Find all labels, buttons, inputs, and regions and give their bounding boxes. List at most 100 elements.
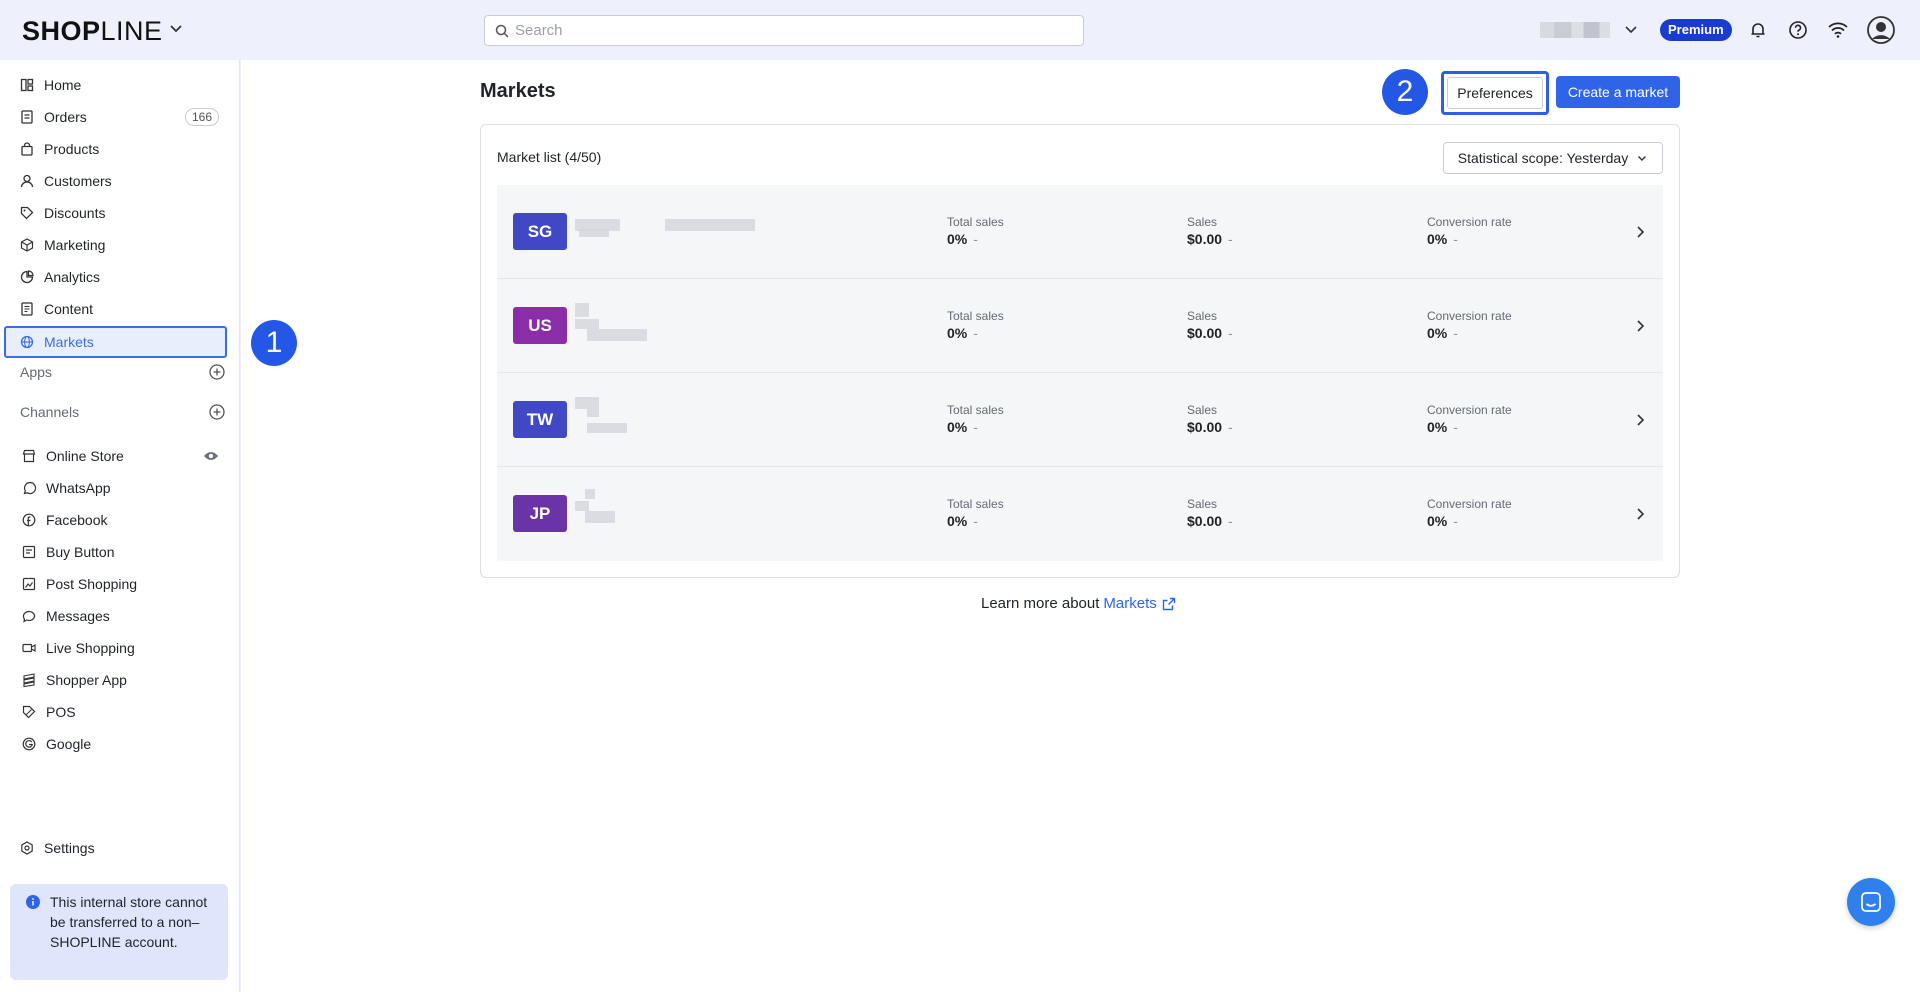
chevron-down-icon[interactable]: [168, 20, 184, 36]
external-link-icon[interactable]: [1162, 597, 1176, 611]
chevron-right-icon[interactable]: [1633, 224, 1647, 240]
statistical-scope-select[interactable]: Statistical scope: Yesterday: [1443, 142, 1663, 174]
app-icon: [23, 673, 35, 687]
sidebar-item-live-shopping[interactable]: Live Shopping: [6, 633, 227, 663]
store-icon: [22, 449, 36, 463]
pos-icon: [22, 705, 36, 719]
metric-change: -: [973, 513, 978, 529]
sidebar-item-customers[interactable]: Customers: [6, 166, 227, 196]
search-box[interactable]: [484, 15, 1084, 46]
conversion-rate-metric: Conversion rate 0% -: [1427, 215, 1512, 247]
sidebar-item-label: Google: [46, 736, 92, 752]
transfer-notice: This internal store cannot be transferre…: [10, 884, 228, 980]
metric-change: -: [1453, 231, 1458, 247]
sidebar-item-home[interactable]: Home: [6, 70, 227, 100]
market-list-card: Market list (4/50) Statistical scope: Ye…: [480, 124, 1680, 578]
metric-change: -: [1453, 419, 1458, 435]
sidebar-item-pos[interactable]: POS: [6, 697, 227, 727]
redacted-market-name: [575, 501, 589, 511]
user-icon: [20, 174, 34, 188]
market-row[interactable]: SG Total sales 0% - Sales $0.00- Conversi…: [497, 185, 1663, 279]
chevron-right-icon[interactable]: [1633, 506, 1647, 522]
sidebar-item-products[interactable]: Products: [6, 134, 227, 164]
sidebar-item-buy-button[interactable]: Buy Button: [6, 537, 227, 567]
sidebar-item-shopper-app[interactable]: Shopper App: [6, 665, 227, 695]
help-icon[interactable]: [1786, 18, 1810, 42]
bell-icon[interactable]: [1746, 18, 1770, 42]
metric-label: Sales: [1187, 309, 1218, 323]
sidebar-item-facebook[interactable]: Facebook: [6, 505, 227, 535]
logo-text-thin: LINE: [100, 16, 163, 46]
metric-value: $0.00: [1187, 325, 1223, 341]
total-sales-metric: Total sales 0% -: [947, 309, 1004, 341]
sidebar-item-label: Markets: [44, 334, 94, 350]
sidebar-item-google[interactable]: Google: [6, 729, 227, 759]
create-market-button[interactable]: Create a market: [1556, 76, 1680, 108]
chevron-right-icon[interactable]: [1633, 318, 1647, 334]
chat-support-button[interactable]: [1847, 878, 1895, 926]
sidebar-item-discounts[interactable]: Discounts: [6, 198, 227, 228]
metric-change: -: [1228, 325, 1233, 341]
metric-value: 0%: [1427, 419, 1448, 435]
redacted-market-name: [575, 397, 599, 409]
wifi-icon[interactable]: [1826, 18, 1850, 42]
sidebar-item-label: Home: [44, 77, 82, 93]
sidebar-item-label: Marketing: [44, 237, 106, 253]
add-channel-icon[interactable]: [209, 404, 225, 420]
notice-text: This internal store cannot be transferre…: [50, 894, 208, 950]
document-icon: [21, 302, 33, 316]
search-input[interactable]: [515, 22, 1055, 39]
market-row[interactable]: TW Total sales 0% - Sales $0.00- Conversi…: [497, 373, 1663, 467]
messages-icon: [22, 610, 36, 623]
premium-badge[interactable]: Premium: [1660, 19, 1732, 41]
sidebar-item-post-shopping[interactable]: Post Shopping: [6, 569, 227, 599]
store-name-redacted[interactable]: [1540, 22, 1610, 38]
redacted-market-name: [587, 409, 599, 417]
preferences-button[interactable]: Preferences: [1441, 71, 1549, 115]
metric-label: Conversion rate: [1427, 403, 1512, 417]
total-sales-metric: Total sales 0% -: [947, 497, 1004, 529]
sidebar-item-label: Post Shopping: [46, 576, 138, 592]
sidebar-item-label: Content: [44, 301, 94, 317]
metric-label: Total sales: [947, 497, 1004, 511]
metric-change: -: [1228, 419, 1233, 435]
sidebar-item-marketing[interactable]: Marketing: [6, 230, 227, 260]
sidebar-item-label: Products: [44, 141, 100, 157]
avatar-icon[interactable]: [1866, 15, 1896, 45]
sidebar-item-whatsapp[interactable]: WhatsApp: [6, 473, 227, 503]
metric-label: Total sales: [947, 309, 1004, 323]
conversion-rate-metric: Conversion rate 0% -: [1427, 403, 1512, 435]
metric-label: Conversion rate: [1427, 309, 1512, 323]
market-row[interactable]: US Total sales 0% - Sales $0.00- Conversi…: [497, 279, 1663, 373]
sidebar-item-label: Shopper App: [46, 672, 127, 688]
chat-icon: [1861, 892, 1881, 912]
chevron-right-icon[interactable]: [1633, 412, 1647, 428]
buy-button-icon: [22, 545, 36, 559]
sidebar-item-orders[interactable]: Orders 166: [6, 102, 227, 132]
sidebar-item-analytics[interactable]: Analytics: [6, 262, 227, 292]
redacted-market-name: [585, 489, 595, 499]
sidebar-item-content[interactable]: Content: [6, 294, 227, 324]
sidebar-item-settings[interactable]: Settings: [6, 833, 227, 863]
sidebar-item-messages[interactable]: Messages: [6, 601, 227, 631]
total-sales-metric: Total sales 0% -: [947, 403, 1004, 435]
market-code-badge: JP: [513, 495, 567, 532]
learn-more-text: Learn more about: [981, 595, 1100, 612]
metric-value: 0%: [1427, 513, 1448, 529]
metric-label: Total sales: [947, 215, 1004, 229]
add-app-icon[interactable]: [209, 364, 225, 380]
eye-icon[interactable]: [203, 450, 219, 462]
shopline-logo[interactable]: SHOP LINE: [22, 16, 163, 47]
orders-count-badge: 166: [184, 108, 219, 126]
sidebar-item-markets[interactable]: Markets: [4, 326, 227, 358]
markets-link[interactable]: Markets: [1103, 595, 1156, 612]
sidebar: Home Orders 166 Products Customers Disco…: [0, 60, 240, 992]
sidebar-item-label: POS: [46, 704, 76, 720]
market-row[interactable]: JP Total sales 0% - Sales $0.00- Conversi…: [497, 467, 1663, 561]
metric-change: -: [1228, 513, 1233, 529]
orders-icon: [21, 110, 33, 124]
store-chevron-down-icon[interactable]: [1624, 22, 1638, 36]
sidebar-item-online-store[interactable]: Online Store: [6, 441, 227, 471]
channels-section-header: Channels: [20, 400, 225, 424]
conversion-rate-metric: Conversion rate 0% -: [1427, 497, 1512, 529]
